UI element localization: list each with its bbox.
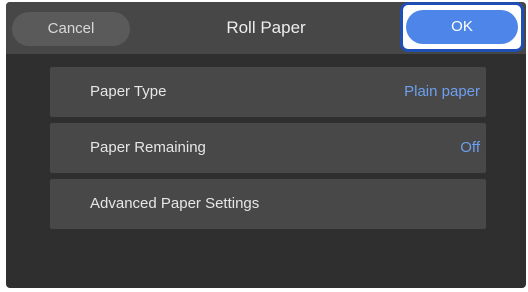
screen: Cancel Roll Paper OK Paper Type Plain pa… [0, 0, 528, 292]
screen-title: Roll Paper [226, 18, 306, 37]
menu-item-paper-type[interactable]: Paper Type Plain paper [50, 67, 486, 117]
paper-remaining-value: Off [460, 139, 480, 156]
roll-paper-panel: Cancel Roll Paper OK Paper Type Plain pa… [6, 2, 526, 288]
menu-item-paper-remaining[interactable]: Paper Remaining Off [50, 123, 486, 173]
menu-item-advanced-paper-settings[interactable]: Advanced Paper Settings [50, 179, 486, 229]
paper-remaining-label: Paper Remaining [90, 139, 206, 156]
paper-type-label: Paper Type [90, 83, 167, 100]
ok-button[interactable]: OK [406, 10, 518, 44]
title-bar: Cancel Roll Paper OK [6, 2, 526, 54]
ok-button-highlight: OK [400, 2, 524, 52]
paper-type-value: Plain paper [404, 83, 480, 100]
advanced-paper-settings-label: Advanced Paper Settings [90, 195, 260, 212]
cancel-button[interactable]: Cancel [12, 12, 130, 46]
settings-list: Paper Type Plain paper Paper Remaining O… [50, 67, 486, 235]
